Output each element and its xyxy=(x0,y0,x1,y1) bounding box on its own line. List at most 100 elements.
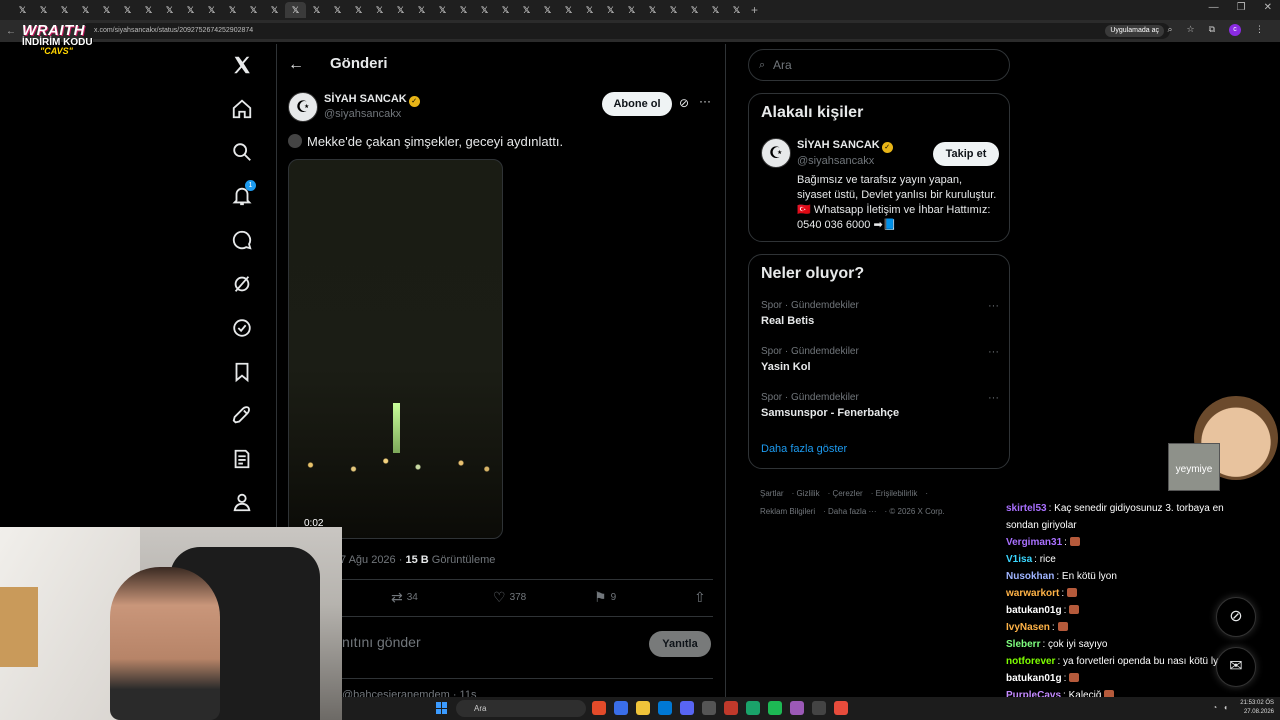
wifi-icon[interactable]: ◔ xyxy=(1212,703,1217,712)
show-more-link[interactable]: Daha fazla göster xyxy=(761,443,847,455)
search-input[interactable]: ⌕ Ara xyxy=(748,49,1010,81)
zoom-icon[interactable]: ⌕ xyxy=(1167,24,1172,36)
browser-tab[interactable]: 𝕏 xyxy=(138,2,159,18)
minimize-icon[interactable]: — xyxy=(1209,2,1219,13)
retweet-button[interactable]: ⇄ 34 xyxy=(391,589,418,606)
browser-tab[interactable]: 𝕏 xyxy=(705,2,726,18)
browser-tab[interactable]: 𝕏 xyxy=(159,2,180,18)
browser-tab[interactable]: 𝕏 xyxy=(621,2,642,18)
volume-icon[interactable]: ◖ xyxy=(1223,703,1228,712)
browser-tab[interactable]: 𝕏 xyxy=(600,2,621,18)
chrome-icon[interactable] xyxy=(592,701,606,715)
browser-tab[interactable]: 𝕏 xyxy=(306,2,327,18)
chat-username[interactable]: notforever xyxy=(1006,656,1055,667)
video-player[interactable] xyxy=(288,159,503,539)
chat-username[interactable]: warwarkort xyxy=(1006,588,1059,599)
reply-input[interactable]: nıtını gönder xyxy=(342,634,421,650)
clock[interactable]: 21:53:02 ÖS 27.08.2026 xyxy=(1240,699,1274,717)
browser-tab[interactable]: 𝕏 xyxy=(96,2,117,18)
search-icon[interactable] xyxy=(230,140,254,164)
author-handle[interactable]: @siyahsancakx xyxy=(324,108,401,120)
relevant-user-handle[interactable]: @siyahsancakx xyxy=(797,155,874,167)
star-icon[interactable]: ☆ xyxy=(1186,24,1194,36)
avatar[interactable]: ☪ xyxy=(761,138,791,168)
share-button[interactable]: ⇧ xyxy=(694,589,706,606)
grok-explain-icon[interactable]: ⊘ xyxy=(679,96,689,110)
browser-tab[interactable]: 𝕏 xyxy=(474,2,495,18)
rocket-icon[interactable] xyxy=(230,404,254,428)
browser-tab[interactable]: 𝕏 xyxy=(663,2,684,18)
chat-username[interactable]: skirtel53 xyxy=(1006,503,1047,514)
extensions-icon[interactable]: ⧉ xyxy=(1209,24,1215,36)
browser-tab[interactable]: 𝕏 xyxy=(75,2,96,18)
app-icon[interactable] xyxy=(834,701,848,715)
follow-button[interactable]: Takip et xyxy=(933,142,999,166)
chat-username[interactable]: IvyNasen xyxy=(1006,622,1050,633)
store-icon[interactable] xyxy=(658,701,672,715)
app-icon[interactable] xyxy=(790,701,804,715)
browser-tab[interactable]: 𝕏 xyxy=(411,2,432,18)
messages-floating-icon[interactable]: ✉ xyxy=(1216,647,1256,687)
app-icon[interactable] xyxy=(746,701,760,715)
browser-tab[interactable]: 𝕏 xyxy=(33,2,54,18)
browser-tab[interactable]: 𝕏 xyxy=(453,2,474,18)
browser-tab[interactable]: 𝕏 xyxy=(222,2,243,18)
avatar[interactable]: ☪ xyxy=(288,92,318,122)
home-icon[interactable] xyxy=(230,97,254,121)
browser-tab[interactable]: 𝕏 xyxy=(516,2,537,18)
windows-start-icon[interactable] xyxy=(436,702,448,714)
more-options-icon[interactable]: ··· xyxy=(699,94,711,108)
grok-floating-icon[interactable]: ⊘ xyxy=(1216,597,1256,637)
restore-icon[interactable]: ❐ xyxy=(1237,2,1246,13)
spotify-icon[interactable] xyxy=(768,701,782,715)
browser-tab[interactable]: 𝕏 xyxy=(390,2,411,18)
footer-link[interactable]: Çerezler xyxy=(832,489,862,498)
browser-tab[interactable]: 𝕏 xyxy=(432,2,453,18)
footer-link[interactable]: Erişilebilirlik xyxy=(876,489,918,498)
author-name[interactable]: SİYAH SANCAK ✓ xyxy=(324,93,420,107)
chat-username[interactable]: Vergiman31 xyxy=(1006,537,1062,548)
footer-link[interactable]: Daha fazla ··· xyxy=(828,507,876,516)
chat-username[interactable]: batukan01g xyxy=(1006,605,1062,616)
chat-username[interactable]: Nusokhan xyxy=(1006,571,1054,582)
back-arrow-icon[interactable]: ← xyxy=(288,56,304,74)
relevant-user-name[interactable]: SİYAH SANCAK ✓ xyxy=(797,139,893,153)
grok-icon[interactable] xyxy=(230,272,254,296)
open-in-app-button[interactable]: Uygulamada aç xyxy=(1105,25,1164,37)
subscribe-button[interactable]: Abone ol xyxy=(602,92,672,116)
profile-icon[interactable] xyxy=(230,490,254,514)
browser-tab[interactable]: 𝕏 xyxy=(180,2,201,18)
chat-username[interactable]: V1isa xyxy=(1006,554,1032,565)
new-tab-icon[interactable]: + xyxy=(751,3,758,17)
trend-more-icon[interactable]: ··· xyxy=(988,392,999,404)
app-icon[interactable] xyxy=(702,701,716,715)
browser-tab[interactable]: 𝕏 xyxy=(537,2,558,18)
browser-tab[interactable]: 𝕏 xyxy=(243,2,264,18)
footer-link[interactable]: Gizlilik xyxy=(796,489,819,498)
notifications-icon[interactable]: 1 xyxy=(230,180,256,208)
app-icon[interactable] xyxy=(724,701,738,715)
post-date[interactable]: 7 Ağu 2026 xyxy=(340,554,396,566)
menu-dots-icon[interactable]: ⋮ xyxy=(1255,24,1264,36)
browser-tab[interactable]: 𝕏 xyxy=(201,2,222,18)
browser-tab[interactable]: 𝕏 xyxy=(642,2,663,18)
browser-tab[interactable]: 𝕏 xyxy=(327,2,348,18)
browser-tab[interactable]: 𝕏 xyxy=(264,2,285,18)
bookmark-button[interactable]: ⚑ 9 xyxy=(594,589,616,606)
trend-more-icon[interactable]: ··· xyxy=(988,346,999,358)
app-icon[interactable] xyxy=(812,701,826,715)
bookmarks-icon[interactable] xyxy=(230,360,254,384)
footer-link[interactable]: Şartlar xyxy=(760,489,784,498)
trend-item[interactable]: Spor · Gündemdekiler Samsunspor - Fenerb… xyxy=(761,392,999,419)
trend-item[interactable]: Spor · Gündemdekiler Yasin Kol ··· xyxy=(761,346,999,373)
back-nav-icon[interactable]: ← xyxy=(6,26,16,37)
browser-tab[interactable]: 𝕏 xyxy=(285,2,306,18)
browser-tab[interactable]: 𝕏 xyxy=(12,2,33,18)
profile-avatar[interactable]: c xyxy=(1229,24,1241,36)
x-logo-icon[interactable] xyxy=(230,53,254,77)
edge-icon[interactable] xyxy=(614,701,628,715)
browser-tab[interactable]: 𝕏 xyxy=(54,2,75,18)
browser-tab[interactable]: 𝕏 xyxy=(726,2,747,18)
like-button[interactable]: ♡ 378 xyxy=(493,589,526,606)
messages-icon[interactable] xyxy=(230,228,254,252)
